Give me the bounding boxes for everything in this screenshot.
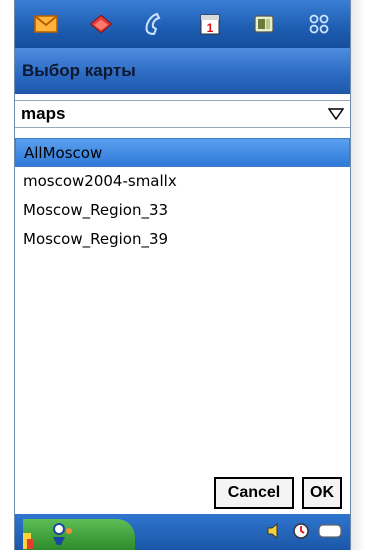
volume-icon[interactable] bbox=[266, 522, 284, 540]
list-item[interactable]: Moscow_Region_39 bbox=[15, 225, 350, 254]
start-button[interactable] bbox=[23, 519, 135, 550]
map-list: AllMoscow moscow2004-smallx Moscow_Regio… bbox=[15, 138, 350, 254]
ok-button[interactable]: OK bbox=[302, 477, 342, 509]
list-item[interactable]: AllMoscow bbox=[15, 138, 350, 167]
battery-icon[interactable] bbox=[318, 523, 344, 539]
device-screen: 1 Выбор карты maps AllMoscow moscow2004-… bbox=[14, 0, 351, 550]
start-icon bbox=[23, 523, 72, 549]
app-launcher-bar: 1 bbox=[15, 0, 350, 48]
apps-grid-icon[interactable] bbox=[306, 11, 332, 37]
left-frame bbox=[0, 0, 14, 550]
dropdown-value: maps bbox=[21, 104, 66, 123]
contacts-icon[interactable] bbox=[251, 11, 277, 37]
cancel-button[interactable]: Cancel bbox=[214, 477, 294, 509]
calendar-icon[interactable]: 1 bbox=[197, 11, 223, 37]
list-item[interactable]: Moscow_Region_33 bbox=[15, 196, 350, 225]
list-item[interactable]: moscow2004-smallx bbox=[15, 167, 350, 196]
phone-icon[interactable] bbox=[142, 11, 168, 37]
chevron-down-icon[interactable] bbox=[328, 107, 344, 121]
taskbar bbox=[15, 514, 350, 550]
dialog-title-bar: Выбор карты bbox=[15, 48, 350, 94]
mail-icon[interactable] bbox=[33, 11, 59, 37]
book-icon[interactable] bbox=[88, 11, 114, 37]
system-tray bbox=[266, 522, 344, 540]
map-source-dropdown[interactable]: maps bbox=[15, 100, 350, 128]
dialog-buttons: Cancel OK bbox=[214, 477, 342, 509]
clock-icon[interactable] bbox=[292, 522, 310, 540]
calendar-day: 1 bbox=[206, 21, 213, 35]
right-frame bbox=[351, 0, 365, 550]
dialog-title: Выбор карты bbox=[22, 61, 136, 80]
